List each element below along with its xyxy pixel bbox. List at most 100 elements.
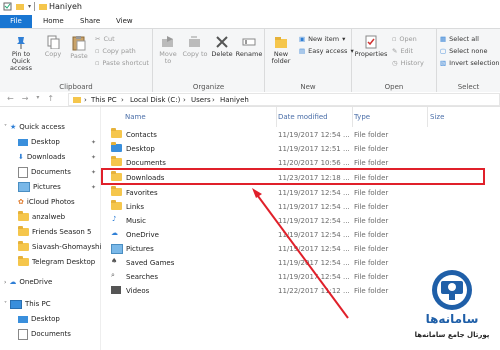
paste-shortcut-button[interactable]: ▫ Paste shortcut [95, 59, 149, 67]
up-icon[interactable]: ↑ [47, 94, 54, 103]
table-row[interactable]: Links 11/19/2017 12:54 ... File folder [101, 200, 500, 214]
nav-item-anzalweb[interactable]: anzalweb [18, 210, 65, 224]
breadcrumb-local-disk[interactable]: Local Disk (C:) [130, 96, 180, 104]
nav-quick-access[interactable]: ˅ ★ Quick access [4, 120, 65, 134]
nav-item-pictures[interactable]: Pictures ✦ [18, 180, 100, 194]
rename-button[interactable]: Rename [235, 35, 263, 58]
copy-button[interactable]: Copy [42, 35, 64, 58]
folder-icon [18, 241, 29, 251]
delete-icon [216, 36, 228, 48]
nav-item-icloud-photos[interactable]: ✿ iCloud Photos [18, 195, 75, 209]
table-row[interactable]: Desktop 11/19/2017 12:51 ... File folder [101, 142, 500, 156]
table-row[interactable]: Favorites 11/19/2017 12:54 ... File folder [101, 186, 500, 200]
folder-icon [18, 211, 29, 221]
desktop-icon [18, 138, 28, 146]
crumb-sep-icon: › [183, 96, 186, 104]
nav-item-siavash[interactable]: Siavash-Ghomayshi [18, 240, 101, 254]
links-icon [111, 200, 122, 210]
easy-access-icon: ▤ [299, 47, 306, 55]
table-row[interactable]: ☁ OneDrive 11/19/2017 12:54 ... File folde… [101, 228, 500, 242]
breadcrumb-haniyeh[interactable]: Haniyeh [220, 96, 249, 104]
new-folder-button[interactable]: New folder [267, 35, 295, 65]
nav-pc-documents[interactable]: Documents [18, 327, 71, 341]
nav-this-pc[interactable]: ˅ This PC [4, 297, 51, 311]
column-divider[interactable] [427, 107, 428, 127]
address-bar[interactable]: › This PC › Local Disk (C:) › Users › Ha… [68, 93, 500, 106]
nav-pc-desktop[interactable]: Desktop [18, 312, 60, 326]
edit-button[interactable]: ✎ Edit [392, 47, 413, 55]
column-divider[interactable] [276, 107, 277, 127]
copy-to-button[interactable]: Copy to [182, 35, 208, 58]
music-icon: ♪ [112, 215, 117, 223]
new-item-button[interactable]: ▣ New item ▾ [299, 35, 345, 43]
table-row[interactable]: ♪ Music 11/19/2017 12:54 ... File folder [101, 214, 500, 228]
pin-icon: ✦ [90, 153, 96, 161]
edit-icon: ✎ [392, 47, 398, 55]
paste-button[interactable]: Paste [67, 35, 91, 60]
download-icon: ⬇ [18, 153, 24, 161]
select-none-button[interactable]: ▢ Select none [440, 47, 488, 55]
column-divider[interactable] [352, 107, 353, 127]
saved-games-icon: ♠ [111, 257, 118, 265]
nav-arrows: ← → ▾ ↑ [7, 94, 54, 103]
recent-dropdown-icon[interactable]: ▾ [36, 94, 39, 103]
paste-icon [72, 36, 86, 51]
new-item-icon: ▣ [299, 35, 306, 43]
navigation-pane: ˅ ★ Quick access Desktop ✦ ⬇ Downloads ✦ D… [0, 107, 101, 350]
cloud-icon: ☁ [111, 229, 118, 237]
column-header-name[interactable]: Name [125, 113, 146, 121]
table-row[interactable]: Contacts 11/19/2017 12:54 ... File folder [101, 128, 500, 142]
select-group: ▦ Select all ▢ Select none ▧ Invert sele… [437, 29, 500, 93]
downloads-highlight-box [101, 168, 485, 185]
history-icon: ◷ [392, 59, 398, 67]
open-button[interactable]: ▫ Open [392, 35, 417, 43]
copy-to-icon [189, 36, 200, 47]
tab-view[interactable]: View [116, 15, 133, 28]
table-row[interactable]: Pictures 11/19/2017 12:54 ... File folder [101, 242, 500, 256]
nav-item-documents[interactable]: Documents ✦ [18, 165, 100, 179]
properties-mini-icon[interactable] [3, 2, 12, 11]
move-to-button[interactable]: Move to [155, 35, 181, 65]
folder-icon [111, 142, 122, 152]
forward-icon[interactable]: → [22, 94, 29, 103]
delete-button[interactable]: Delete [209, 35, 235, 58]
copy-icon [47, 35, 60, 49]
easy-access-button[interactable]: ▤ Easy access ▾ [299, 47, 354, 55]
history-button[interactable]: ◷ History [392, 59, 424, 67]
breadcrumb-this-pc[interactable]: This PC [91, 96, 117, 104]
tab-home[interactable]: Home [43, 15, 64, 28]
tab-share[interactable]: Share [80, 15, 100, 28]
organize-group: Move to Copy to Delete Rename Organize [153, 29, 265, 93]
nav-item-downloads[interactable]: ⬇ Downloads ✦ [18, 150, 100, 164]
back-icon[interactable]: ← [7, 94, 14, 103]
clipboard-group: Pin to Quick access Copy Paste ✂ Cut ▫ C… [0, 29, 153, 93]
select-all-icon: ▦ [440, 35, 447, 43]
column-header-date[interactable]: Date modified [278, 113, 328, 121]
computer-icon [10, 299, 22, 309]
copy-path-button[interactable]: ▫ Copy path [95, 47, 136, 55]
breadcrumb-users[interactable]: Users [191, 96, 211, 104]
column-header-type[interactable]: Type [354, 113, 370, 121]
folder-mini-icon[interactable] [15, 2, 25, 11]
properties-button[interactable]: Properties [354, 35, 388, 58]
nav-item-telegram[interactable]: Telegram Desktop [18, 255, 95, 269]
folder-icon [73, 97, 81, 103]
nav-onedrive[interactable]: › ☁ OneDrive [4, 275, 52, 289]
address-bar-row: ← → ▾ ↑ › This PC › Local Disk (C:) › Us… [0, 92, 500, 107]
nav-item-friends[interactable]: Friends Season 5 [18, 225, 91, 239]
tab-file[interactable]: File [0, 15, 32, 28]
pin-icon: ✦ [90, 168, 96, 176]
document-icon [18, 328, 28, 340]
favorites-icon [111, 186, 122, 196]
invert-selection-button[interactable]: ▧ Invert selection [440, 59, 500, 67]
search-icon: ⌕ [111, 271, 115, 279]
copy-path-icon: ▫ [95, 47, 100, 55]
qa-dropdown-icon[interactable]: ▾ [28, 3, 31, 10]
folder-icon [18, 256, 29, 266]
nav-item-desktop[interactable]: Desktop ✦ [18, 135, 100, 149]
select-all-button[interactable]: ▦ Select all [440, 35, 479, 43]
cut-button[interactable]: ✂ Cut [95, 35, 115, 43]
column-header-size[interactable]: Size [430, 113, 444, 121]
document-icon [18, 166, 28, 178]
pin-quick-access-button[interactable]: Pin to Quick access [2, 35, 40, 72]
